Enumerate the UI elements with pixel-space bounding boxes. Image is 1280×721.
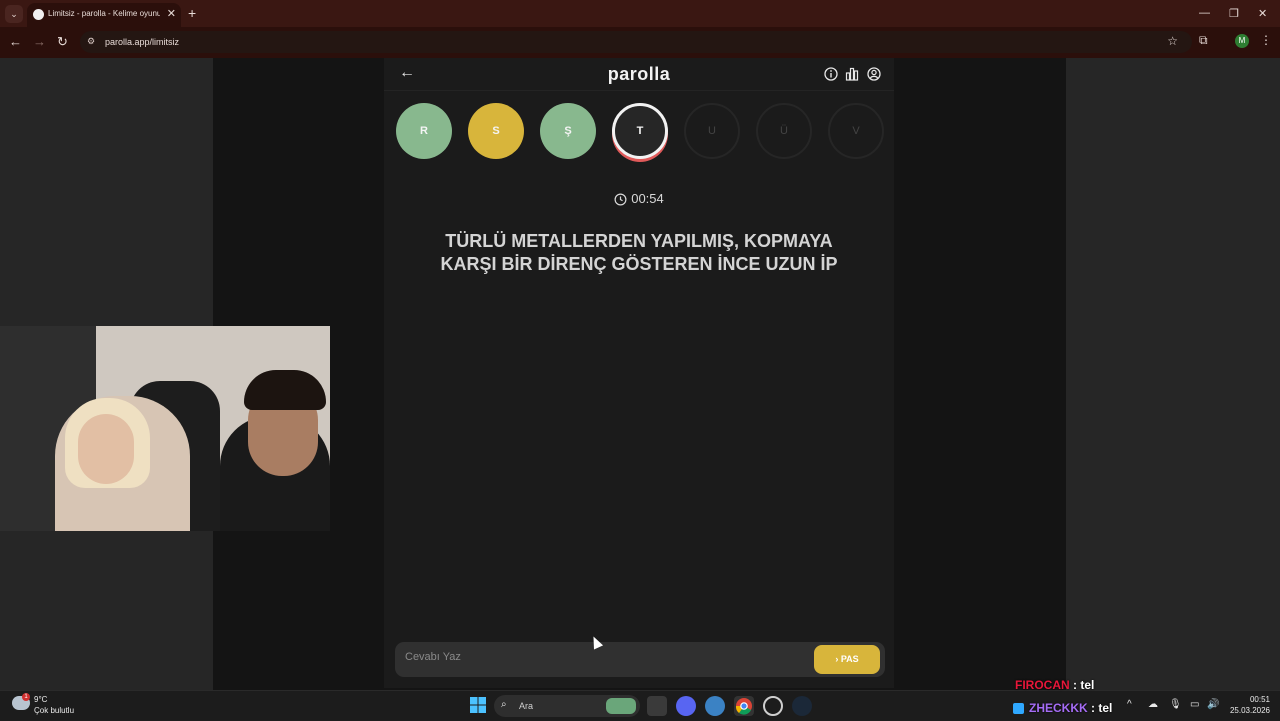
letter-circle-u-umlaut: Ü [756, 103, 812, 159]
chat-username: ZHECKKK [1029, 701, 1088, 715]
letter-circle-u: U [684, 103, 740, 159]
letter-circle-v: V [828, 103, 884, 159]
taskbar-date[interactable]: 25.03.2026 [1222, 706, 1270, 715]
obs-icon[interactable] [763, 696, 783, 716]
browser-menu-icon[interactable]: ⋮ [1260, 33, 1272, 47]
chrome-icon[interactable] [734, 696, 754, 716]
search-icon: ⌕ [501, 699, 507, 710]
game-header: ← parolla [384, 58, 894, 91]
streamer-left-face [78, 414, 134, 484]
chat-message: ZHECKKK : tel [1013, 701, 1112, 715]
search-placeholder: Ara [519, 701, 534, 711]
browser-toolbar: ← → ↻ ⚙ parolla.app/limitsiz ☆ ⧉ M ⋮ [0, 27, 1280, 58]
new-tab-button[interactable]: + [188, 5, 196, 21]
game-logo: parolla [607, 64, 671, 84]
browser-tab-strip: ⌄ Limitsiz - parolla - Kelime oyunu ✕ + … [0, 0, 1280, 27]
close-window-icon[interactable]: ✕ [1258, 7, 1267, 20]
search-highlight-image [606, 698, 636, 714]
extensions-icon[interactable]: ⧉ [1199, 33, 1208, 48]
weather-badge: 1 [22, 693, 30, 701]
clock-icon [614, 193, 627, 206]
tray-expand-icon[interactable]: ^ [1127, 699, 1132, 710]
answer-input[interactable] [405, 651, 805, 663]
timer-value: 00:54 [631, 191, 664, 206]
game-panel: ← parolla R S Ş T U Ü V 00:54 TÜRLÜ META… [384, 58, 894, 688]
profile-avatar[interactable]: M [1235, 34, 1249, 48]
browser-tab-active[interactable]: Limitsiz - parolla - Kelime oyunu ✕ [27, 3, 181, 27]
chevron-down-icon: ⌄ [10, 9, 18, 19]
bookmark-star-icon[interactable]: ☆ [1167, 34, 1178, 48]
minimize-window-icon[interactable]: — [1199, 7, 1210, 19]
right-background-panel [1066, 58, 1280, 690]
onedrive-icon[interactable]: ☁ [1148, 699, 1158, 710]
forward-icon[interactable]: → [33, 34, 46, 49]
network-app-icon[interactable] [705, 696, 725, 716]
question-text: TÜRLÜ METALLERDEN YAPILMIŞ, KOPMAYA KARŞ… [440, 231, 838, 274]
stats-icon[interactable] [845, 67, 859, 81]
pass-button[interactable]: › PAS [814, 645, 880, 674]
weather-temperature[interactable]: 9°C [34, 695, 47, 704]
streamer-right-hair [244, 370, 326, 410]
volume-icon[interactable]: 🔊 [1207, 699, 1219, 710]
countdown-timer: 00:54 [384, 191, 894, 206]
network-icon[interactable]: ▭ [1190, 699, 1199, 710]
tab-search-button[interactable]: ⌄ [5, 5, 23, 23]
steam-icon[interactable] [792, 696, 812, 716]
tab-title: Limitsiz - parolla - Kelime oyunu [48, 9, 160, 18]
maximize-window-icon[interactable]: ❐ [1229, 7, 1239, 20]
address-bar[interactable]: ⚙ parolla.app/limitsiz ☆ [80, 31, 1192, 53]
letter-circle-r: R [396, 103, 452, 159]
chat-message: FIROCAN : tel [1015, 678, 1094, 692]
chat-text: : tel [1087, 701, 1113, 715]
tab-close-icon[interactable]: ✕ [167, 7, 176, 20]
site-favicon-icon [33, 9, 44, 20]
task-view-icon[interactable] [647, 696, 667, 716]
taskbar-time[interactable]: 00:51 [1226, 695, 1270, 704]
info-icon[interactable] [824, 67, 838, 81]
chat-badge-icon [1013, 703, 1024, 715]
taskbar-search[interactable]: ⌕ Ara [494, 695, 640, 717]
letter-circle-t-active: T [612, 103, 668, 159]
chat-username: FIROCAN [1015, 678, 1070, 692]
back-icon[interactable]: ← [9, 34, 22, 49]
url-text[interactable]: parolla.app/limitsiz [105, 37, 179, 47]
weather-description[interactable]: Çok bulutlu [34, 706, 74, 715]
chat-text: : tel [1069, 678, 1095, 692]
windows-start-icon[interactable] [470, 697, 486, 713]
discord-icon[interactable] [676, 696, 696, 716]
chrome-logo-icon [735, 698, 752, 715]
microphone-icon[interactable]: 🎙 [1169, 699, 1182, 710]
webcam-overlay [0, 326, 330, 531]
letter-circle-s-cedilla: Ş [540, 103, 596, 159]
reload-icon[interactable]: ↻ [57, 34, 68, 50]
answer-bar: › PAS [395, 642, 885, 677]
user-profile-icon[interactable] [867, 67, 881, 81]
letter-circle-s: S [468, 103, 524, 159]
site-info-icon[interactable]: ⚙ [87, 36, 95, 47]
